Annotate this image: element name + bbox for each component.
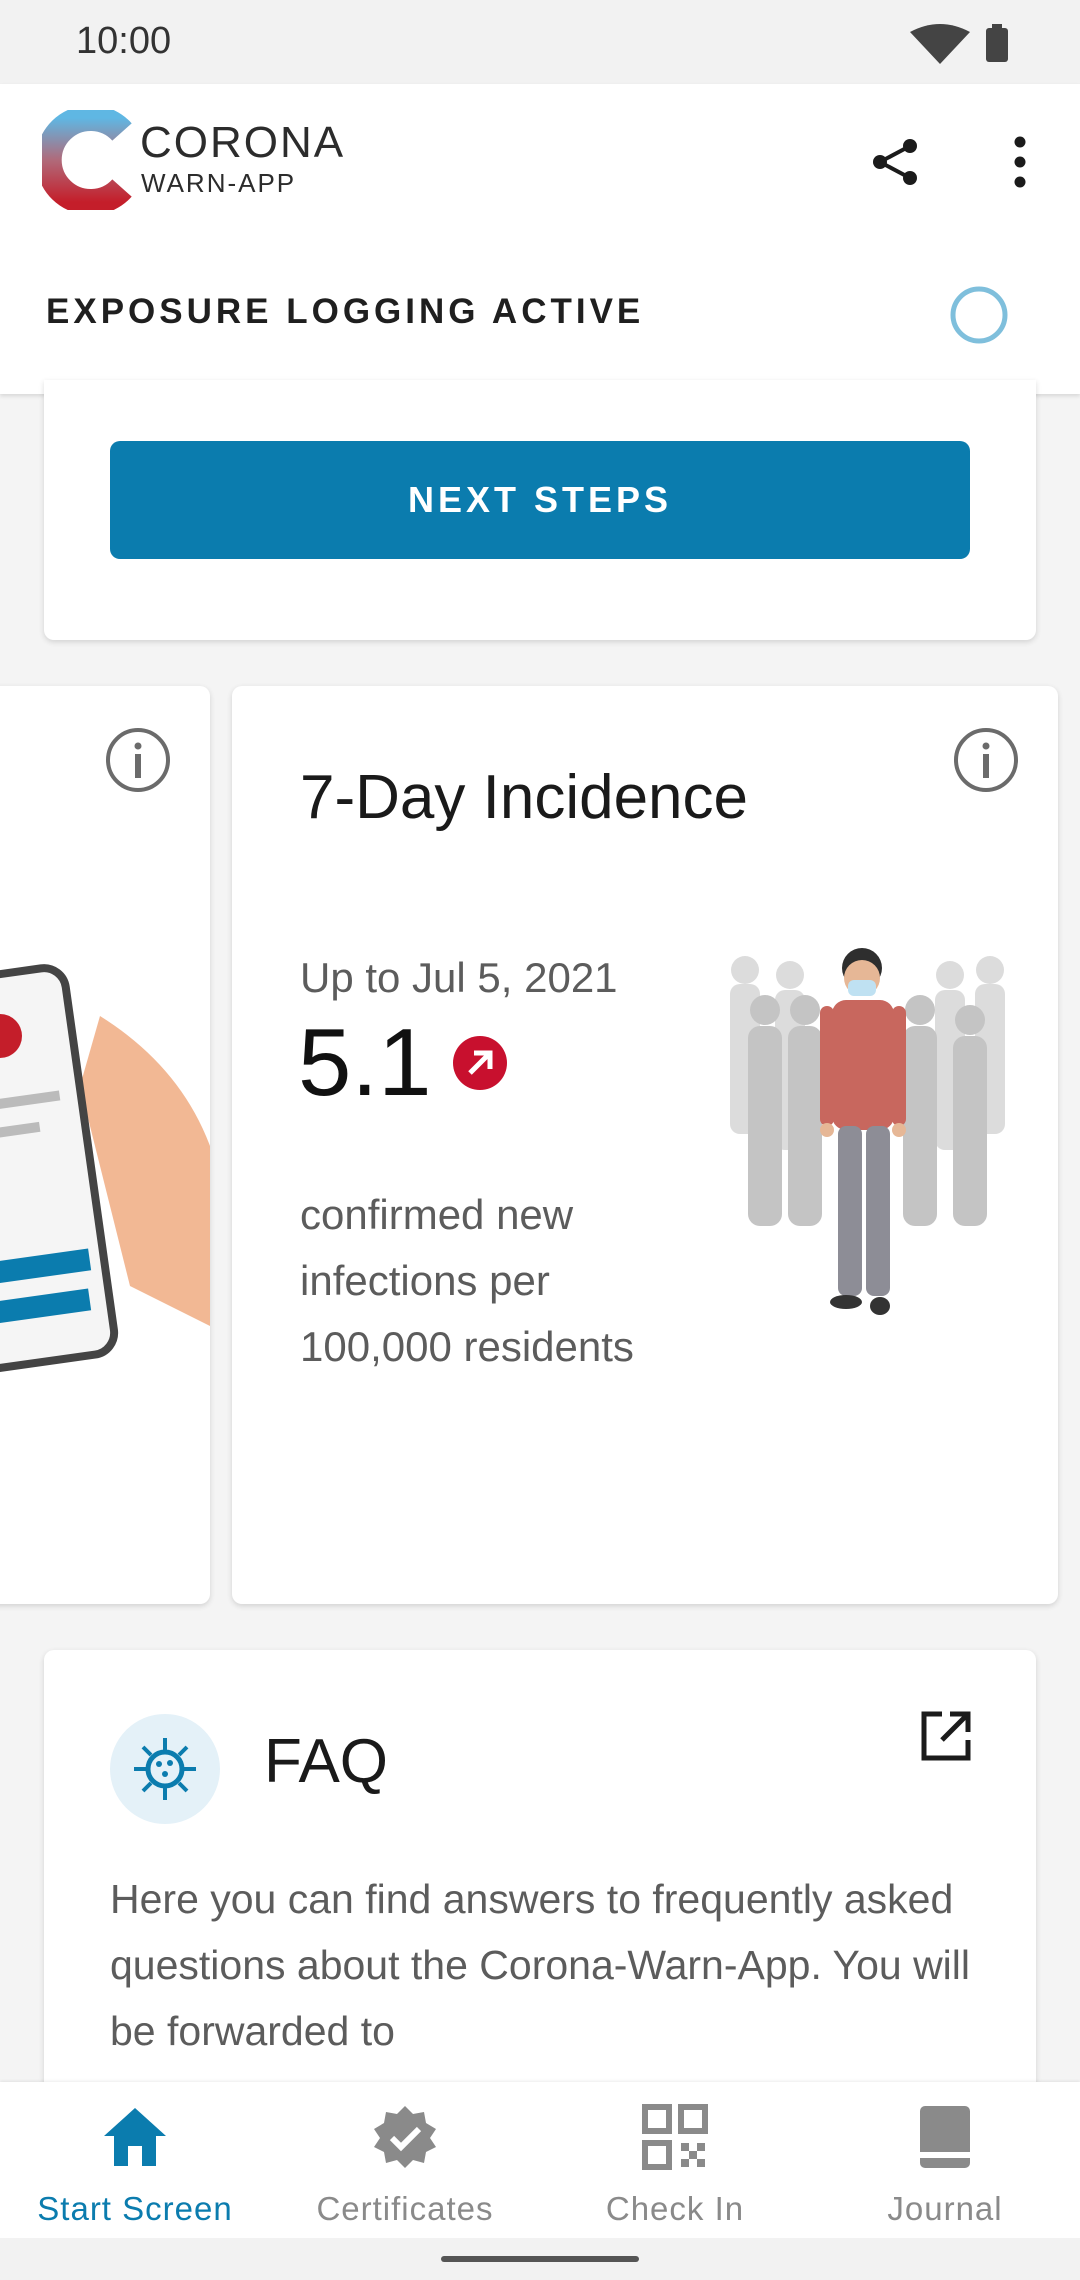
logo-text-corona: CORONA — [140, 118, 346, 167]
more-vert-icon[interactable] — [1000, 134, 1040, 190]
nav-start-screen[interactable]: Start Screen — [0, 2096, 270, 2227]
nav-label-check-in: Check In — [605, 2190, 745, 2227]
status-time: 10:00 — [76, 20, 172, 62]
trend-up-icon — [453, 1036, 507, 1090]
virus-icon — [134, 1738, 196, 1800]
home-icon — [104, 2108, 166, 2166]
nav-label-journal: Journal — [887, 2190, 1003, 2227]
exposure-ring-icon — [950, 286, 1008, 344]
next-steps-button[interactable]: NEXT STEPS — [110, 441, 970, 559]
incidence-description: confirmed new infections per 100,000 res… — [300, 1191, 634, 1370]
faq-description: Here you can find answers to frequently … — [110, 1876, 970, 2054]
journal-icon — [920, 2106, 970, 2168]
logo-text-warn-app: WARN-APP — [141, 168, 297, 198]
nav-certificates[interactable]: Certificates — [270, 2096, 540, 2227]
wifi-icon — [910, 24, 970, 64]
certificate-icon — [374, 2106, 436, 2168]
incidence-value: 5.1 — [298, 1009, 432, 1116]
status-icons — [910, 24, 1008, 64]
nav-journal[interactable]: Journal — [810, 2096, 1080, 2227]
nav-label-start-screen: Start Screen — [37, 2190, 233, 2227]
statistics-card-previous[interactable] — [0, 686, 210, 1604]
faq-title: FAQ — [264, 1727, 389, 1796]
incidence-date: Up to Jul 5, 2021 — [300, 954, 618, 1001]
info-icon[interactable] — [104, 726, 172, 794]
external-link-icon[interactable] — [916, 1706, 976, 1766]
share-icon[interactable] — [868, 134, 924, 190]
home-gesture-bar[interactable] — [441, 2256, 639, 2262]
battery-icon — [986, 28, 1008, 62]
phone-illustration-icon — [0, 964, 210, 1380]
crowd-illustration-icon — [730, 948, 1005, 1315]
nav-label-certificates: Certificates — [316, 2190, 494, 2227]
nav-check-in[interactable]: Check In — [540, 2096, 810, 2227]
qr-code-icon — [642, 2104, 708, 2170]
cwa-logo-icon — [42, 110, 132, 210]
incidence-title: 7-Day Incidence — [300, 763, 749, 832]
info-icon[interactable] — [952, 726, 1020, 794]
exposure-logging-status[interactable]: EXPOSURE LOGGING ACTIVE — [46, 292, 644, 332]
